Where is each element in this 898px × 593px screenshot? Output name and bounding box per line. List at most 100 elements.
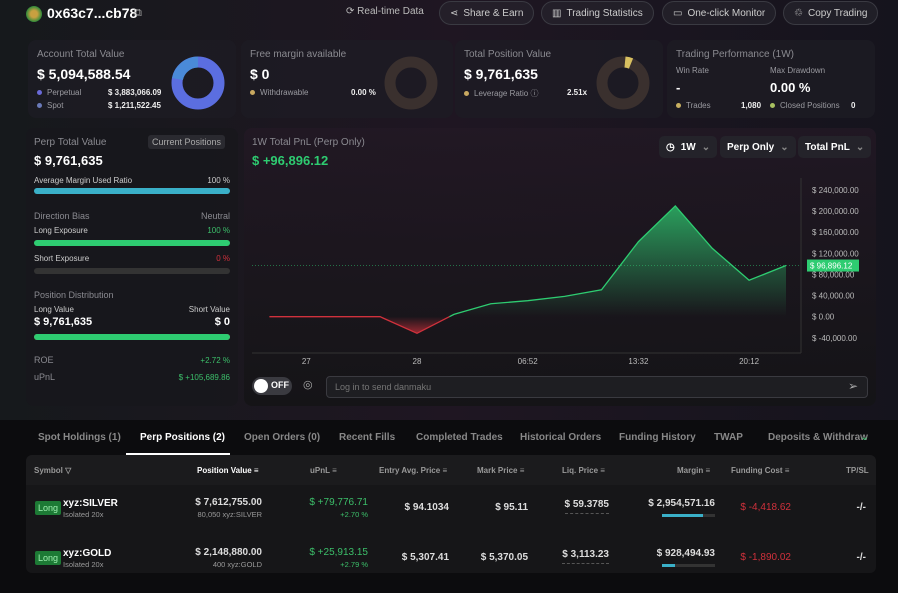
upnl-label: uPnL xyxy=(34,372,56,382)
free-margin-card: Free margin available $ 0 Withdrawable 0… xyxy=(241,40,453,118)
liq-price: $ 3,113.23 xyxy=(562,549,609,564)
pnl-chart: $ 240,000.00 $ 200,000.00 $ 160,000.00 $ 12… xyxy=(252,178,859,366)
margin: $ 2,954,571.16 xyxy=(648,498,715,509)
trades-value: 1,080 xyxy=(741,101,762,110)
short-exposure-value: 0 % xyxy=(216,254,230,263)
card-title: Total Position Value xyxy=(464,49,552,60)
tab-6[interactable]: Funding History xyxy=(619,432,696,443)
wallet-address: 0x63c7...cb78 xyxy=(47,5,138,21)
column-header[interactable]: Liq. Price ≡ xyxy=(562,466,605,475)
roe-label: ROE xyxy=(34,355,54,365)
x-tick-label: 13:32 xyxy=(628,357,649,366)
position-size: 80,050 xyz:SILVER xyxy=(197,510,262,519)
card-title: Trading Performance (1W) xyxy=(676,49,794,60)
upnl-pct: +2.79 % xyxy=(340,560,368,569)
long-exposure-label: Long Exposure xyxy=(34,226,88,235)
y-tick-label: $ 40,000.00 xyxy=(812,292,855,301)
symbol[interactable]: xyz:GOLD xyxy=(63,548,111,559)
card-title: Account Total Value xyxy=(37,49,125,60)
y-tick-label: $ 240,000.00 xyxy=(812,186,859,195)
win-rate-label: Win Rate xyxy=(676,66,709,75)
tpsl[interactable]: -/- xyxy=(857,502,866,513)
closed-positions-value: 0 xyxy=(851,101,856,110)
perp-total-value: $ 9,761,635 xyxy=(34,153,103,168)
closed-positions-label: Closed Positions xyxy=(780,101,840,110)
symbol[interactable]: xyz:SILVER xyxy=(63,498,118,509)
long-exposure-bar xyxy=(34,240,230,246)
short-value: $ 0 xyxy=(214,316,230,328)
column-header[interactable]: Entry Avg. Price ≡ xyxy=(379,466,447,475)
roe-value: +2.72 % xyxy=(200,356,230,365)
tab-2[interactable]: Open Orders (0) xyxy=(244,432,320,443)
tab-0[interactable]: Spot Holdings (1) xyxy=(38,432,121,443)
current-value-label: $ 96,896.12 xyxy=(810,262,853,271)
withdrawable-pct: 0.00 % xyxy=(351,88,376,97)
pnl-chart-panel: 1W Total PnL (Perp Only) $ +96,896.12 ◷ 1… xyxy=(244,128,876,406)
danmaku-input[interactable] xyxy=(326,376,868,398)
total-position-value: $ 9,761,635 xyxy=(464,66,538,82)
leverage-label: Leverage Ratio xyxy=(474,89,529,98)
spot-label: Spot xyxy=(47,101,64,110)
column-header[interactable]: Margin ≡ xyxy=(677,466,710,475)
upnl-value: $ +105,689.86 xyxy=(178,373,230,382)
column-header[interactable]: Position Value ≡ xyxy=(197,466,259,475)
margin-bar xyxy=(662,564,715,567)
share-icon: ⋖ xyxy=(450,7,459,19)
share-earn-button[interactable]: ⋖ Share & Earn xyxy=(439,1,535,25)
send-icon[interactable]: ➢ xyxy=(848,379,858,393)
side-badge: Long xyxy=(35,501,62,515)
tab-4[interactable]: Completed Trades xyxy=(416,432,503,443)
help-icon[interactable]: ⓘ xyxy=(531,89,539,98)
long-value: $ 9,761,635 xyxy=(34,316,93,328)
tab-7[interactable]: TWAP xyxy=(714,432,743,443)
danmaku-toggle[interactable]: OFF xyxy=(252,377,292,395)
trading-performance-card: Trading Performance (1W) Win Rate Max Dr… xyxy=(667,40,875,118)
chevron-down-icon[interactable]: ⌄ xyxy=(860,430,869,443)
max-drawdown-value: 0.00 % xyxy=(770,80,811,95)
column-header[interactable]: uPnL ≡ xyxy=(310,466,337,475)
one-click-monitor-button[interactable]: ▭ One-click Monitor xyxy=(662,1,777,25)
trading-statistics-button[interactable]: ▥ Trading Statistics xyxy=(541,1,654,25)
monitor-icon: ▭ xyxy=(673,7,683,19)
short-value-label: Short Value xyxy=(188,305,230,314)
trades-label: Trades xyxy=(686,101,711,110)
liq-price: $ 59.3785 xyxy=(564,499,609,514)
margin-mode: Isolated 20x xyxy=(63,560,104,569)
account-total-card: Account Total Value $ 5,094,588.54 Perpe… xyxy=(28,40,236,118)
y-tick-label: $ 80,000.00 xyxy=(812,270,855,279)
column-header[interactable]: Mark Price ≡ xyxy=(477,466,524,475)
copy-trading-button[interactable]: ♲ Copy Trading xyxy=(783,1,879,25)
column-header[interactable]: TP/SL xyxy=(846,466,869,475)
avg-margin-bar xyxy=(34,188,230,194)
entry-price: $ 94.1034 xyxy=(404,502,450,513)
free-margin-value: $ 0 xyxy=(250,66,270,82)
perpetual-value: $ 3,883,066.09 xyxy=(108,88,162,97)
tpsl[interactable]: -/- xyxy=(857,552,866,563)
leverage-value: 2.51x xyxy=(567,88,588,97)
realtime-data-button[interactable]: ⟳ Real-time Data xyxy=(346,6,424,17)
margin-bar xyxy=(662,514,715,517)
x-tick-label: 27 xyxy=(302,357,311,366)
column-header[interactable]: Symbol ▽ xyxy=(34,466,71,475)
y-tick-label: $ 120,000.00 xyxy=(812,249,859,258)
max-drawdown-label: Max Drawdown xyxy=(770,66,826,75)
copy-icon[interactable]: ⧉ xyxy=(134,7,142,20)
upnl: $ +79,776.71 xyxy=(309,497,368,508)
mark-price: $ 5,370.05 xyxy=(480,552,528,563)
card-title: Free margin available xyxy=(250,49,347,60)
current-positions-button[interactable]: Current Positions xyxy=(148,135,226,149)
tab-8[interactable]: Deposits & Withdraw xyxy=(768,432,868,443)
funding-cost: $ -1,890.02 xyxy=(740,552,791,563)
funding-cost: $ -4,418.62 xyxy=(740,502,791,513)
danmaku-settings-icon[interactable]: ◎ xyxy=(303,378,313,391)
avg-margin-value: 100 % xyxy=(207,176,230,185)
perp-summary-panel: Perp Total Value Current Positions $ 9,7… xyxy=(26,128,238,406)
perpetual-label: Perpetual xyxy=(47,88,82,97)
tab-3[interactable]: Recent Fills xyxy=(339,432,395,443)
tab-1[interactable]: Perp Positions (2) xyxy=(140,432,225,443)
avg-margin-label: Average Margin Used Ratio xyxy=(34,176,133,185)
column-header[interactable]: Funding Cost ≡ xyxy=(731,466,789,475)
tab-5[interactable]: Historical Orders xyxy=(520,432,601,443)
position-donut xyxy=(596,56,650,110)
long-exposure-value: 100 % xyxy=(207,226,230,235)
